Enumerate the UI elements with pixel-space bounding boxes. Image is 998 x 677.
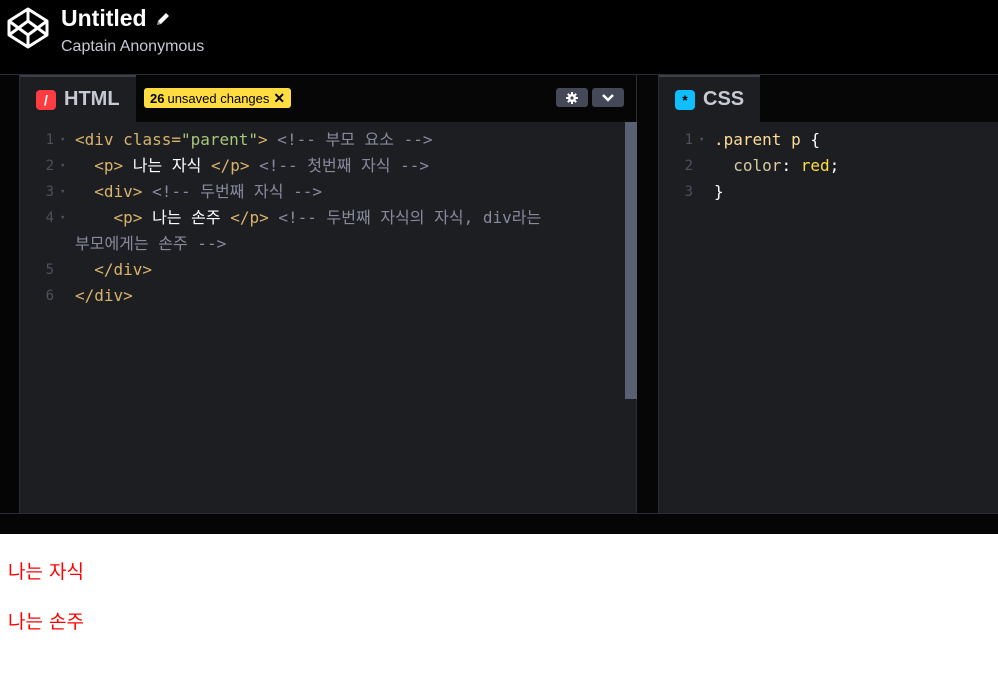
- unsaved-count: 26: [150, 90, 165, 106]
- code-token: </div>: [75, 260, 153, 279]
- app-header: Untitled Captain Anonymous: [0, 0, 998, 74]
- code-token: <!-- 부모 요소 -->: [267, 130, 433, 149]
- code-text: .parent p {: [714, 127, 820, 153]
- html-scrollbar[interactable]: [625, 122, 637, 399]
- code-text: </div>: [75, 257, 152, 283]
- author-name[interactable]: Captain Anonymous: [61, 38, 204, 56]
- code-token: .parent p: [714, 130, 801, 149]
- line-number: 2: [45, 158, 54, 174]
- code-text: <p> 나는 손주 </p> <!-- 두번째 자식의 자식, div라는: [75, 205, 542, 231]
- line-number: 1: [684, 132, 693, 148]
- fold-arrow-icon[interactable]: ▾: [699, 127, 704, 153]
- code-token: <div: [75, 130, 124, 149]
- options-dropdown-button[interactable]: [592, 88, 624, 107]
- pane-resizer[interactable]: [638, 75, 658, 514]
- code-token: <!-- 두번째 자식의 자식, div라는: [268, 208, 542, 227]
- settings-button[interactable]: [556, 88, 588, 107]
- fold-arrow-icon[interactable]: ▾: [60, 179, 65, 205]
- code-token: 부모에게는 손주 -->: [75, 234, 227, 253]
- line-number: 1: [45, 132, 54, 148]
- tab-css[interactable]: * CSS: [659, 75, 761, 122]
- code-line[interactable]: 부모에게는 손주 -->: [20, 231, 636, 257]
- code-token: }: [714, 182, 724, 201]
- css-icon: *: [675, 89, 695, 110]
- html-tabbar: / HTML 26 unsaved changes ✕: [20, 75, 636, 122]
- close-icon[interactable]: ✕: [273, 90, 285, 107]
- code-token: <!-- 두번째 자식 -->: [142, 182, 322, 201]
- code-line[interactable]: 4 ▾ <p> 나는 손주 </p> <!-- 두번째 자식의 자식, div라는: [20, 205, 636, 231]
- title-row: Untitled: [61, 5, 172, 32]
- css-code-editor[interactable]: 1 ▾ .parent p {2 color: red; 3}: [659, 122, 998, 514]
- code-token: ;: [829, 156, 840, 175]
- code-line[interactable]: 3}: [659, 179, 998, 205]
- code-line[interactable]: 1 ▾ <div class="parent"> <!-- 부모 요소 -->: [20, 127, 636, 153]
- code-text: <div class="parent"> <!-- 부모 요소 -->: [75, 127, 433, 153]
- result-child-text: 나는 자식: [8, 561, 84, 583]
- tab-css-label: CSS: [703, 88, 745, 110]
- code-token: 나는 손주: [142, 208, 231, 227]
- html-code-editor[interactable]: 1 ▾ <div class="parent"> <!-- 부모 요소 --> 2 ▾ …: [20, 122, 636, 514]
- code-token: </div>: [75, 286, 133, 305]
- result-resizer[interactable]: [0, 513, 998, 534]
- line-number: 5: [45, 262, 54, 278]
- code-text: 부모에게는 손주 -->: [75, 231, 226, 257]
- result-preview: 나는 자식 나는 손주: [0, 534, 998, 677]
- html-icon: /: [36, 89, 56, 110]
- unsaved-text: unsaved changes: [167, 90, 270, 106]
- editor-area: / HTML 26 unsaved changes ✕ 1 ▾ <div cla…: [0, 74, 998, 514]
- code-line[interactable]: 2 ▾ <p> 나는 자식 </p> <!-- 첫번째 자식 -->: [20, 153, 636, 179]
- fold-arrow-icon[interactable]: ▾: [60, 205, 65, 231]
- code-text: </div>: [75, 283, 133, 309]
- code-line[interactable]: 5 </div>: [20, 257, 636, 283]
- code-token: <!-- 첫번째 자식 -->: [249, 156, 430, 175]
- code-token: color: [714, 156, 782, 175]
- tab-html[interactable]: / HTML: [20, 75, 136, 122]
- result-grandchild-text: 나는 손주: [8, 611, 84, 633]
- chevron-down-icon: [602, 93, 614, 102]
- code-token: class=: [123, 130, 181, 149]
- code-text: <p> 나는 자식 </p> <!-- 첫번째 자식 -->: [75, 153, 429, 179]
- code-line[interactable]: 2 color: red;: [659, 153, 998, 179]
- fold-arrow-icon[interactable]: ▾: [60, 153, 65, 179]
- code-text: color: red;: [714, 153, 839, 179]
- line-number: 6: [45, 288, 54, 304]
- code-token: 나는 자식: [123, 156, 211, 175]
- code-token: <div>: [75, 182, 143, 201]
- tab-html-label: HTML: [64, 88, 120, 110]
- code-line[interactable]: 1 ▾ .parent p {: [659, 127, 998, 153]
- code-text: }: [714, 179, 724, 205]
- gear-icon: [566, 91, 578, 104]
- codepen-logo-icon[interactable]: [6, 6, 50, 50]
- line-number: 4: [45, 210, 54, 226]
- code-token: </p>: [230, 208, 269, 227]
- pen-title[interactable]: Untitled: [61, 5, 147, 32]
- css-tabbar: * CSS: [659, 75, 998, 122]
- code-line[interactable]: 6 </div>: [20, 283, 636, 309]
- code-text: <div> <!-- 두번째 자식 -->: [75, 179, 322, 205]
- pencil-icon[interactable]: [154, 10, 172, 28]
- code-token: </p>: [210, 156, 250, 175]
- fold-arrow-icon[interactable]: ▾: [60, 127, 65, 153]
- line-number: 3: [45, 184, 54, 200]
- code-token: "parent": [180, 130, 259, 149]
- code-token: :: [781, 156, 801, 175]
- code-token: {: [800, 130, 820, 149]
- line-number: 3: [684, 184, 693, 200]
- line-number: 2: [684, 158, 693, 174]
- unsaved-changes-badge[interactable]: 26 unsaved changes ✕: [144, 88, 292, 108]
- code-token: <p>: [75, 208, 143, 227]
- html-editor-pane: / HTML 26 unsaved changes ✕ 1 ▾ <div cla…: [19, 75, 637, 514]
- code-token: red: [800, 156, 830, 175]
- code-line[interactable]: 3 ▾ <div> <!-- 두번째 자식 -->: [20, 179, 636, 205]
- code-token: <p>: [75, 156, 124, 175]
- code-token: >: [258, 130, 268, 149]
- css-editor-pane: * CSS 1 ▾ .parent p {2 color: red; 3}: [658, 75, 998, 514]
